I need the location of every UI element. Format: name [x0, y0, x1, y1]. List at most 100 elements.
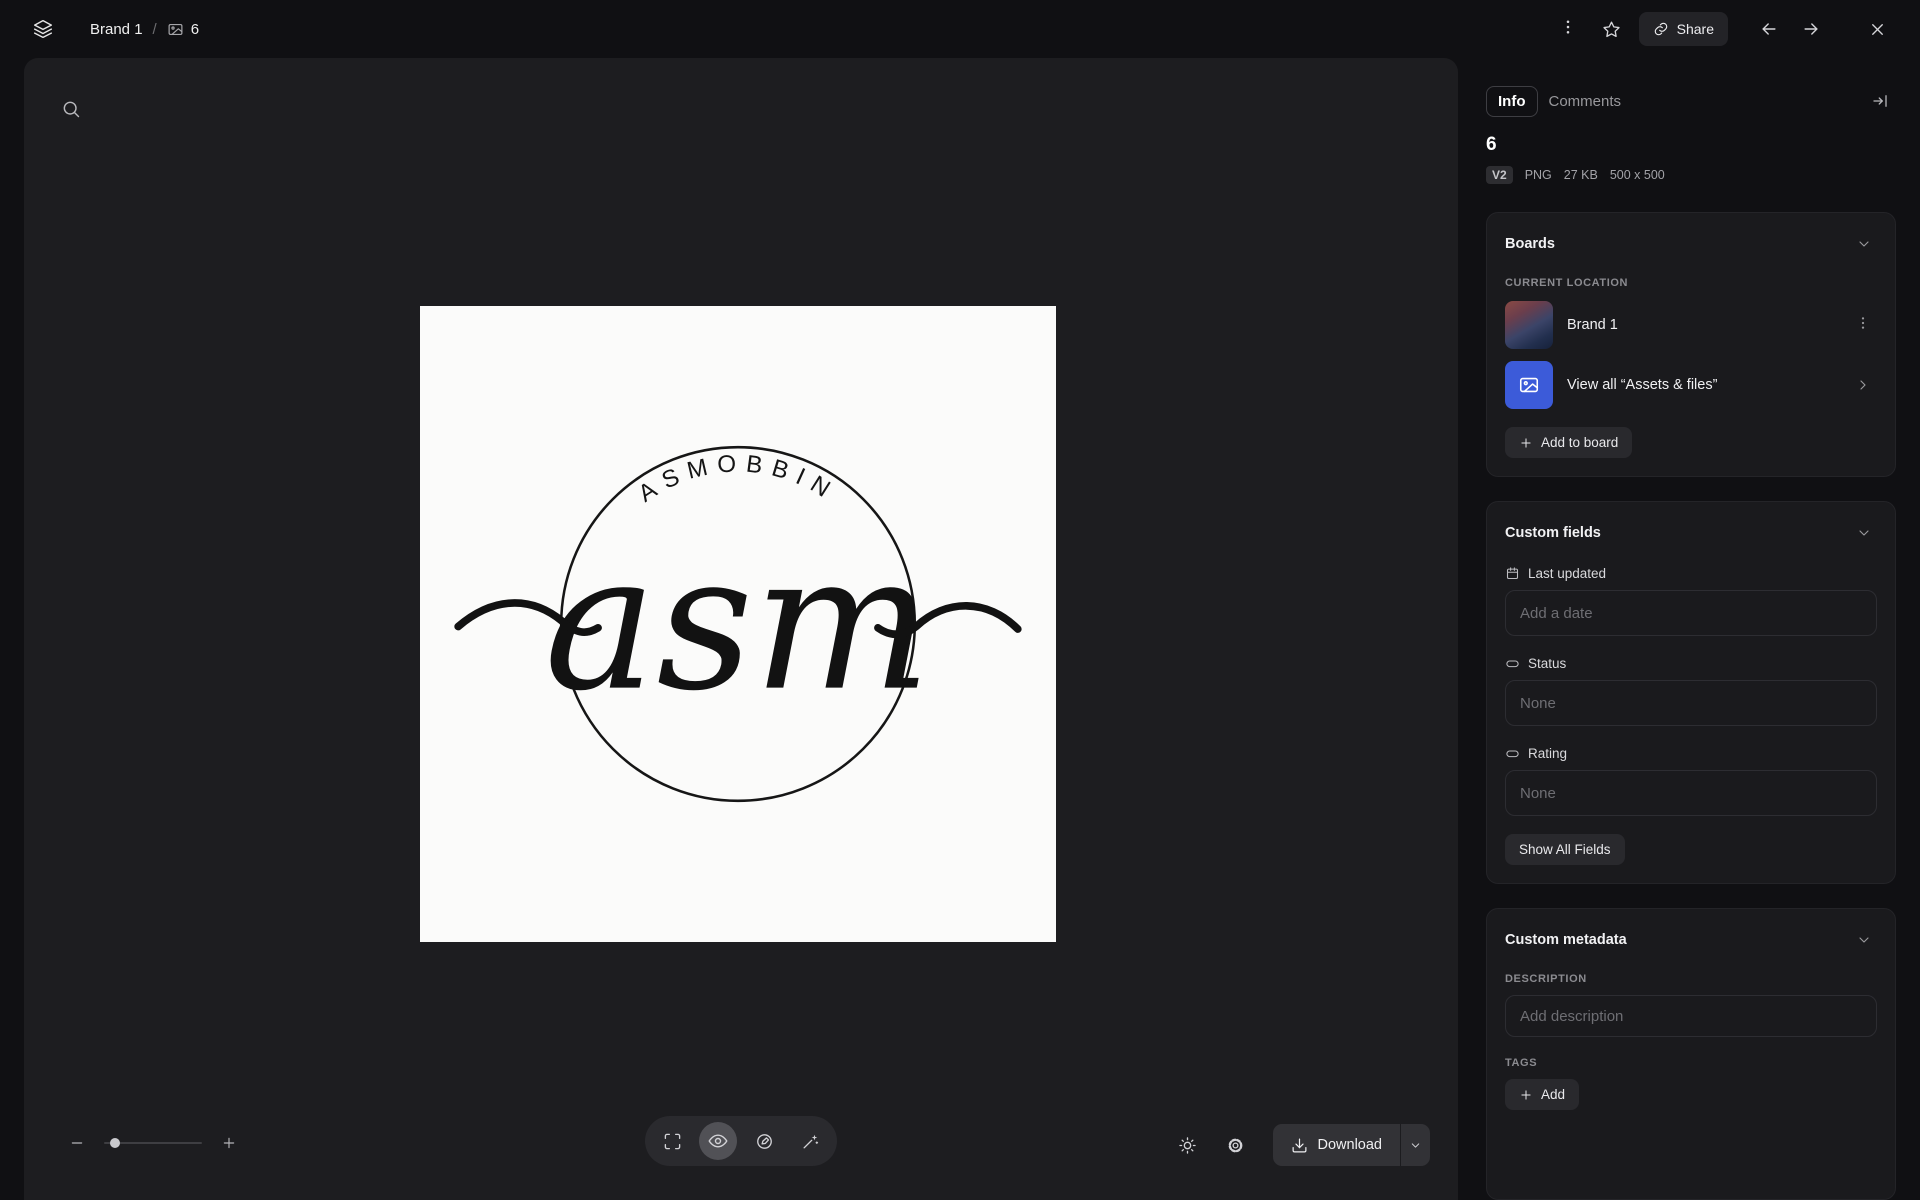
- collapse-panel-button[interactable]: [1864, 85, 1896, 117]
- zoom-slider[interactable]: [104, 1138, 202, 1148]
- fullscreen-button[interactable]: [653, 1122, 691, 1160]
- tab-comments[interactable]: Comments: [1538, 87, 1633, 116]
- custom-fields-collapse-button[interactable]: [1851, 520, 1877, 546]
- field-status: Status: [1505, 656, 1877, 726]
- description-label: DESCRIPTION: [1505, 973, 1587, 985]
- asset-canvas: ASMOBBIN asm Download: [24, 58, 1458, 1200]
- add-tag-label: Add: [1541, 1087, 1566, 1102]
- close-button[interactable]: [1860, 12, 1894, 46]
- status-label-row: Status: [1505, 656, 1877, 671]
- previous-asset-button[interactable]: [1752, 12, 1786, 46]
- svg-text:ASMOBBIN: ASMOBBIN: [634, 450, 842, 507]
- logo-script-text: asm: [544, 514, 931, 733]
- view-toolbar: [645, 1116, 837, 1166]
- logo-artwork: ASMOBBIN asm: [454, 445, 1022, 803]
- chevron-right-icon: [1849, 371, 1877, 399]
- asset-filesize: 27 KB: [1563, 168, 1598, 182]
- rating-input[interactable]: [1505, 770, 1877, 816]
- download-split-button: Download: [1272, 1124, 1430, 1166]
- asset-nav: [1752, 12, 1828, 46]
- custom-metadata-title: Custom metadata: [1505, 932, 1627, 948]
- rating-label-row: Rating: [1505, 746, 1877, 761]
- add-to-board-button[interactable]: Add to board: [1505, 427, 1633, 458]
- plus-icon: [1519, 1088, 1533, 1102]
- next-asset-button[interactable]: [1794, 12, 1828, 46]
- custom-metadata-header: Custom metadata: [1505, 927, 1877, 953]
- app-logo-button[interactable]: [26, 12, 60, 46]
- tags-label: TAGS: [1505, 1057, 1538, 1069]
- zoom-controls: [64, 1130, 242, 1156]
- magic-edit-button[interactable]: [791, 1122, 829, 1160]
- breadcrumb: Brand 1 / 6: [90, 21, 199, 38]
- tab-info[interactable]: Info: [1486, 85, 1538, 117]
- custom-fields-card: Custom fields Last updated Status: [1486, 501, 1896, 884]
- download-options-button[interactable]: [1400, 1124, 1430, 1166]
- eye-icon: [708, 1131, 728, 1151]
- download-button[interactable]: Download: [1272, 1124, 1400, 1166]
- boards-collapse-button[interactable]: [1851, 231, 1877, 257]
- asset-meta: V2 PNG 27 KB 500 x 500: [1486, 166, 1896, 184]
- annotation-icon: [755, 1132, 774, 1151]
- chevron-down-icon: [1409, 1139, 1422, 1152]
- last-updated-label: Last updated: [1528, 566, 1607, 581]
- select-field-icon: [1505, 656, 1520, 671]
- share-button[interactable]: Share: [1638, 12, 1728, 46]
- info-panel: Info Comments 6 V2 PNG 27 KB 500 x 500 B…: [1486, 58, 1896, 1200]
- zoom-slider-handle[interactable]: [110, 1138, 120, 1148]
- canvas-actions: Download: [1169, 1124, 1430, 1166]
- add-tag-button[interactable]: Add: [1505, 1079, 1580, 1110]
- zoom-in-button[interactable]: [216, 1130, 242, 1156]
- asset-format: PNG: [1524, 168, 1552, 182]
- board-row[interactable]: Brand 1: [1505, 301, 1877, 349]
- favorite-button[interactable]: [1595, 12, 1629, 46]
- add-to-board-label: Add to board: [1541, 435, 1619, 450]
- current-location-label: CURRENT LOCATION: [1505, 277, 1629, 289]
- last-updated-input[interactable]: [1505, 590, 1877, 636]
- topbar-actions: Share: [1551, 12, 1894, 46]
- breadcrumb-current-label: 6: [190, 20, 200, 38]
- boards-title: Boards: [1505, 236, 1555, 252]
- more-options-button[interactable]: [1551, 12, 1585, 46]
- link-icon: [1653, 21, 1669, 37]
- download-label: Download: [1317, 1137, 1383, 1153]
- view-all-label: View all “Assets & files”: [1567, 377, 1718, 393]
- boards-header: Boards: [1505, 231, 1877, 257]
- collapse-panel-icon: [1871, 92, 1889, 110]
- kebab-menu-icon: [1559, 18, 1577, 41]
- share-label: Share: [1676, 21, 1714, 37]
- show-all-fields-button[interactable]: Show All Fields: [1505, 834, 1625, 865]
- top-bar: Brand 1 / 6 Share: [0, 0, 1920, 58]
- status-input[interactable]: [1505, 680, 1877, 726]
- last-updated-label-row: Last updated: [1505, 566, 1877, 581]
- plus-icon: [1519, 436, 1533, 450]
- gear-icon: [1226, 1136, 1245, 1155]
- star-icon: [1602, 20, 1621, 39]
- show-all-fields-label: Show All Fields: [1519, 842, 1611, 857]
- kebab-menu-icon: [1855, 315, 1871, 336]
- field-last-updated: Last updated: [1505, 566, 1877, 636]
- expand-icon: [663, 1132, 682, 1151]
- rating-label: Rating: [1528, 746, 1568, 761]
- board-name: Brand 1: [1567, 317, 1618, 333]
- asset-image: ASMOBBIN asm: [420, 306, 1056, 942]
- description-input[interactable]: [1505, 995, 1877, 1037]
- custom-fields-header: Custom fields: [1505, 520, 1877, 546]
- breadcrumb-current[interactable]: 6: [167, 21, 199, 38]
- board-thumbnail: [1505, 301, 1553, 349]
- custom-metadata-collapse-button[interactable]: [1851, 927, 1877, 953]
- asset-dimensions: 500 x 500: [1609, 168, 1665, 182]
- breadcrumb-parent[interactable]: Brand 1: [90, 21, 143, 38]
- field-rating: Rating: [1505, 746, 1877, 816]
- board-options-button[interactable]: [1849, 311, 1877, 339]
- zoom-out-button[interactable]: [64, 1130, 90, 1156]
- preview-toggle-button[interactable]: [699, 1122, 737, 1160]
- view-all-assets-row[interactable]: View all “Assets & files”: [1505, 361, 1877, 409]
- search-button[interactable]: [54, 92, 88, 126]
- brightness-button[interactable]: [1169, 1126, 1207, 1164]
- annotate-button[interactable]: [745, 1122, 783, 1160]
- status-label: Status: [1528, 656, 1567, 671]
- arrow-left-icon: [1759, 19, 1779, 39]
- version-badge[interactable]: V2: [1486, 166, 1513, 184]
- close-icon: [1868, 20, 1887, 39]
- settings-button[interactable]: [1217, 1126, 1255, 1164]
